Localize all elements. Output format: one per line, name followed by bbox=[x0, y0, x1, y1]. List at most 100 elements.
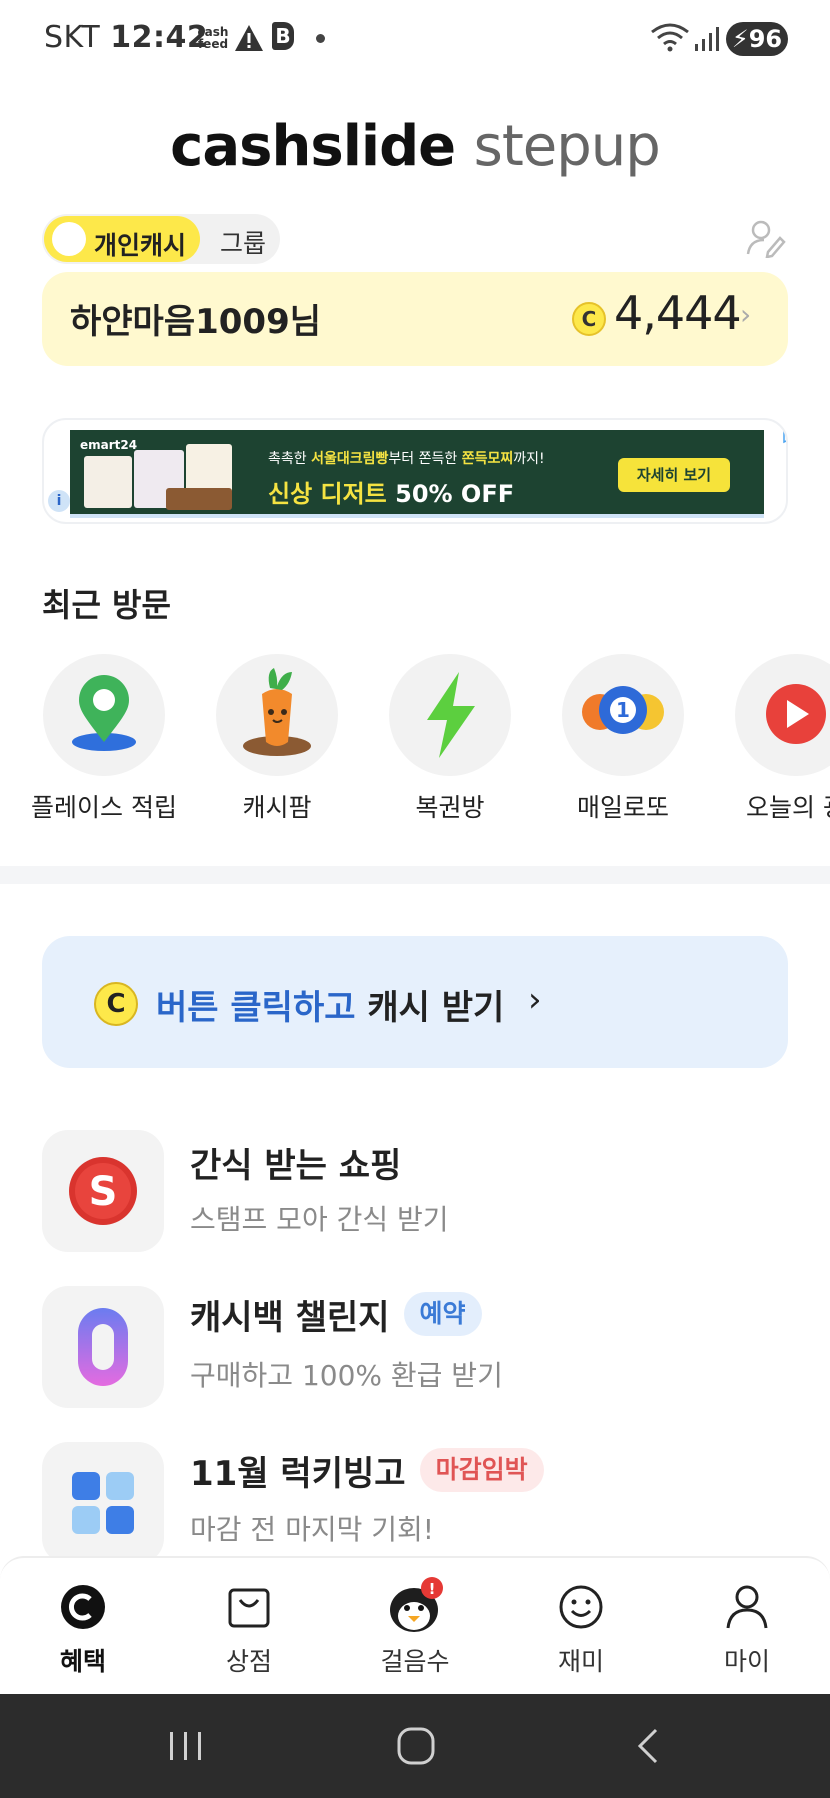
coin-c-icon bbox=[61, 1585, 105, 1629]
status-carrier-time: SKT 12:42 bbox=[44, 20, 208, 55]
cash-balance-card[interactable]: 하얀마음1009님 C 4,444 › bbox=[42, 272, 788, 366]
coin-icon: C bbox=[94, 982, 138, 1026]
more-notifications-dot bbox=[316, 34, 325, 43]
recent-item-label: 복권방 bbox=[415, 793, 485, 822]
nav-label: 혜택 bbox=[59, 1647, 106, 1676]
wifi-icon bbox=[651, 23, 689, 52]
alert-badge: ! bbox=[429, 1580, 436, 1598]
cash-button-highlight: 버튼 클릭하고 bbox=[156, 988, 356, 1028]
recent-item-label: 플레이스 적립 bbox=[31, 793, 177, 822]
toggle-group-option[interactable]: 그룹 bbox=[220, 224, 266, 260]
list-item-title: 11월 럭키빙고 bbox=[190, 1453, 406, 1494]
recent-item-label: 오늘의 광 bbox=[746, 793, 830, 822]
cashfeed-line2: feed bbox=[197, 37, 229, 51]
back-icon[interactable] bbox=[632, 1726, 662, 1766]
list-item-icon-bg bbox=[42, 1442, 164, 1564]
nav-my[interactable]: 마이 bbox=[664, 1558, 830, 1696]
list-item-title-row: 캐시백 챌린지 예약 bbox=[190, 1290, 482, 1338]
recent-item-today-ad[interactable]: 오늘의 광 bbox=[710, 654, 830, 824]
status-bar: SKT 12:42 cash feed B ⚡96 bbox=[0, 0, 830, 80]
nav-benefits[interactable]: 혜택 bbox=[0, 1558, 166, 1696]
profile-edit-icon[interactable] bbox=[746, 218, 786, 258]
nav-label: 재미 bbox=[557, 1647, 604, 1676]
play-icon bbox=[766, 684, 826, 744]
adchoices-icon[interactable] bbox=[782, 430, 788, 444]
recent-item-label: 매일로또 bbox=[576, 793, 669, 822]
section-divider bbox=[0, 866, 830, 884]
nav-fun[interactable]: 재미 bbox=[498, 1558, 664, 1696]
reservation-badge: 예약 bbox=[403, 1292, 482, 1336]
user-name: 하얀마음1009님 bbox=[70, 302, 322, 342]
warning-icon bbox=[235, 25, 263, 51]
lightning-icon bbox=[427, 672, 475, 758]
ad-text: 까지! bbox=[513, 451, 545, 467]
lotto-ball-number: 1 bbox=[616, 698, 630, 722]
recent-item-daily-lotto[interactable]: 1 매일로또 bbox=[537, 654, 707, 824]
click-for-cash-label: 버튼 클릭하고 캐시 받기 bbox=[156, 980, 504, 1029]
penguin-icon: ! bbox=[390, 1577, 443, 1632]
cash-button-text: 캐시 받기 bbox=[355, 988, 505, 1028]
map-pin-icon bbox=[72, 675, 136, 751]
recent-item-icon-bg bbox=[735, 654, 830, 776]
ad-image[interactable]: emart24 촉촉한 서울대크림빵부터 쫀득한 쫀득모찌까지! 신상 디저트 … bbox=[70, 430, 786, 514]
home-icon[interactable] bbox=[396, 1724, 436, 1768]
recent-item-icon-bg bbox=[43, 654, 165, 776]
ad-brand-logo: emart24 bbox=[80, 438, 138, 452]
toggle-personal-label: 개인캐시 bbox=[94, 231, 187, 260]
ad-detail-button[interactable]: 자세히 보기 bbox=[618, 458, 730, 492]
chevron-right-icon: › bbox=[528, 980, 542, 1020]
nav-store[interactable]: 상점 bbox=[166, 1558, 332, 1696]
ad-text: 촉촉한 bbox=[268, 451, 312, 467]
bingo-grid-icon bbox=[72, 1472, 134, 1534]
logo-cashslide: cashslide bbox=[170, 114, 456, 179]
recent-item-icon-bg bbox=[389, 654, 511, 776]
ad-offer-text: 50% OFF bbox=[386, 480, 515, 508]
recent-visits-title: 최근 방문 bbox=[42, 586, 171, 624]
ad-text-highlight: 쫀득모찌 bbox=[461, 451, 514, 467]
battery-level: 96 bbox=[748, 25, 783, 53]
list-item-snack-shopping[interactable]: S 간식 받는 쇼핑 스탬프 모아 간식 받기 bbox=[0, 1128, 830, 1252]
nav-label: 마이 bbox=[723, 1647, 770, 1676]
recent-item-icon-bg bbox=[216, 654, 338, 776]
app-logo: cashslide stepup bbox=[0, 114, 830, 179]
list-item-cashback-challenge[interactable]: 캐시백 챌린지 예약 구매하고 100% 환급 받기 bbox=[0, 1284, 830, 1408]
list-item-lucky-bingo[interactable]: 11월 럭키빙고 마감임박 마감 전 마지막 기회! bbox=[0, 1440, 830, 1564]
list-item-title-row: 11월 럭키빙고 마감임박 bbox=[190, 1446, 544, 1494]
smile-icon bbox=[559, 1585, 603, 1629]
recent-item-lottery-room[interactable]: 복권방 bbox=[364, 654, 534, 824]
ad-text: 부터 쫀득한 bbox=[388, 451, 462, 467]
list-item-title: 캐시백 챌린지 bbox=[190, 1297, 390, 1338]
bottom-navigation: 혜택 상점 ! 걸음수 재미 마이 bbox=[0, 1556, 830, 1696]
cash-amount: 4,444 bbox=[614, 286, 742, 340]
lotto-balls-icon: 1 bbox=[582, 686, 664, 734]
closing-soon-badge: 마감임박 bbox=[419, 1448, 544, 1492]
clock: 12:42 bbox=[110, 20, 209, 55]
system-navigation-bar bbox=[0, 1694, 830, 1798]
ad-headline: 촉촉한 서울대크림빵부터 쫀득한 쫀득모찌까지! bbox=[268, 448, 545, 468]
nav-label: 걸음수 bbox=[380, 1647, 450, 1676]
carrier-label: SKT bbox=[44, 20, 101, 55]
click-for-cash-button[interactable]: C 버튼 클릭하고 캐시 받기 › bbox=[42, 936, 788, 1068]
b-app-icon: B bbox=[272, 22, 294, 50]
list-item-title: 간식 받는 쇼핑 bbox=[190, 1146, 402, 1186]
shopping-bag-icon bbox=[228, 1588, 270, 1628]
list-item-subtitle: 구매하고 100% 환급 받기 bbox=[190, 1359, 503, 1392]
ad-banner[interactable]: emart24 촉촉한 서울대크림빵부터 쫀득한 쫀득모찌까지! 신상 디저트 … bbox=[42, 418, 788, 524]
recent-apps-icon[interactable] bbox=[166, 1726, 206, 1766]
list-item-subtitle: 마감 전 마지막 기회! bbox=[190, 1513, 435, 1546]
logo-stepup: stepup bbox=[473, 114, 661, 179]
recent-item-cashfarm[interactable]: 캐시팜 bbox=[191, 654, 361, 824]
cash-type-toggle[interactable]: 개인캐시 그룹 bbox=[42, 214, 280, 264]
ad-text-highlight: 서울대크림빵 bbox=[311, 451, 389, 467]
recent-item-place[interactable]: 플레이스 적립 bbox=[18, 654, 188, 824]
nav-steps[interactable]: ! 걸음수 bbox=[332, 1558, 498, 1696]
list-item-subtitle: 스탬프 모아 간식 받기 bbox=[190, 1203, 449, 1236]
ad-info-icon[interactable]: i bbox=[48, 490, 70, 512]
charging-icon: ⚡ bbox=[731, 25, 749, 53]
recent-item-label: 캐시팜 bbox=[242, 793, 312, 822]
ad-offer-highlight: 신상 디저트 bbox=[268, 480, 387, 508]
toggle-knob bbox=[52, 222, 86, 256]
person-icon bbox=[726, 1585, 768, 1629]
toggle-personal-option[interactable]: 개인캐시 bbox=[44, 216, 200, 262]
chevron-right-icon: › bbox=[740, 298, 752, 331]
